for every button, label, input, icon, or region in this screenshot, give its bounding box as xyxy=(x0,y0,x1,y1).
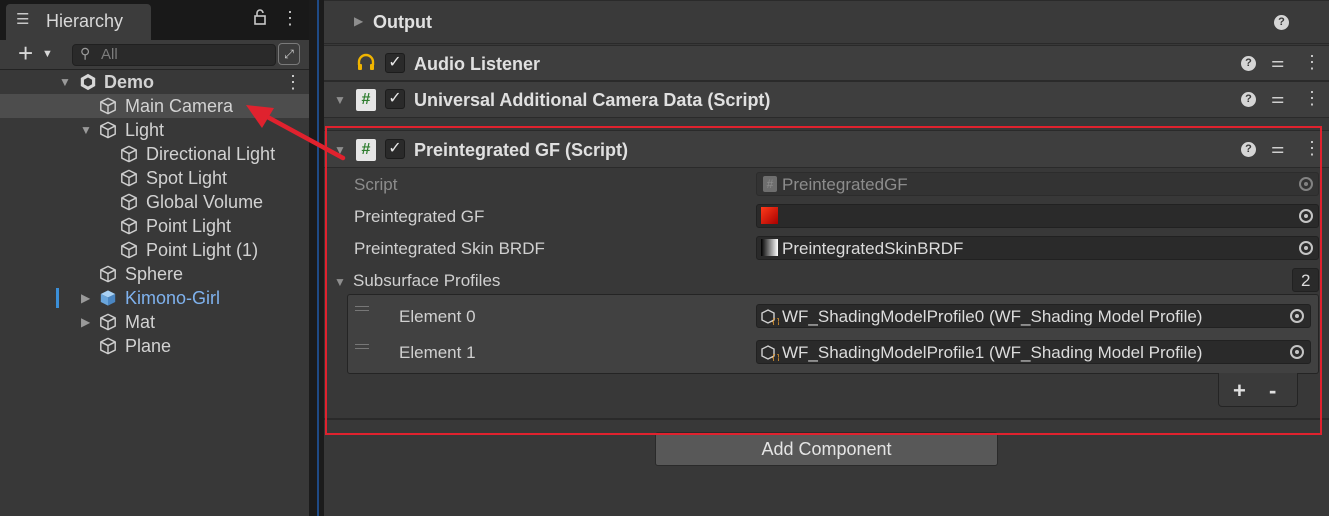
gameobject-cube-icon xyxy=(99,97,117,115)
component-title: Audio Listener xyxy=(414,54,541,74)
tree-label: Sphere xyxy=(125,264,184,284)
search-options-icon[interactable]: ⤢ xyxy=(278,43,300,65)
tree-label: Kimono-Girl xyxy=(125,288,221,308)
highlight-annotation-box xyxy=(325,126,1322,435)
expand-arrow-icon[interactable]: ▼ xyxy=(59,70,71,94)
gameobject-cube-icon xyxy=(99,337,117,355)
tree-label: Point Light xyxy=(146,216,232,236)
tree-row-demo[interactable]: ▼ Demo ⋮ xyxy=(0,70,309,94)
help-icon[interactable]: ? xyxy=(1241,56,1256,71)
collapsed-arrow-icon[interactable]: ▶ xyxy=(81,286,90,310)
component-menu-kebab-icon[interactable]: ⋮ xyxy=(1303,52,1321,73)
lock-icon[interactable] xyxy=(253,9,267,30)
tree-label: Light xyxy=(125,120,165,140)
tree-row-spot-light[interactable]: Spot Light xyxy=(0,166,309,190)
gameobject-cube-icon xyxy=(99,265,117,283)
tree-row-point-light-1[interactable]: Point Light (1) xyxy=(0,238,309,262)
component-title: Universal Additional Camera Data (Script… xyxy=(414,90,771,110)
tree-label: Spot Light xyxy=(146,168,228,188)
enabled-checkbox[interactable]: ✓ xyxy=(385,89,405,109)
tree-label: Mat xyxy=(125,312,156,332)
search-icon: ⚲ xyxy=(80,45,91,61)
collapsed-arrow-icon[interactable]: ▶ xyxy=(354,14,363,28)
gameobject-cube-icon xyxy=(120,145,138,163)
tree-row-global-volume[interactable]: Global Volume xyxy=(0,190,309,214)
tree-label: Global Volume xyxy=(146,192,264,212)
tree-label: Main Camera xyxy=(125,96,234,116)
prefab-cube-icon xyxy=(99,289,117,307)
scene-menu-kebab-icon[interactable]: ⋮ xyxy=(284,70,302,94)
add-component-label: Add Component xyxy=(761,439,892,459)
collapsed-arrow-icon[interactable]: ▶ xyxy=(81,310,90,334)
expand-arrow-icon[interactable]: ▼ xyxy=(80,118,92,142)
tree-label: Point Light (1) xyxy=(146,240,259,260)
hierarchy-menu-kebab-icon[interactable]: ⋮ xyxy=(281,8,299,29)
tree-row-mat[interactable]: ▶ Mat xyxy=(0,310,309,334)
tree-row-plane[interactable]: Plane xyxy=(0,334,309,358)
tree-row-point-light[interactable]: Point Light xyxy=(0,214,309,238)
enabled-checkbox[interactable]: ✓ xyxy=(385,53,405,73)
tree-row-sphere[interactable]: Sphere xyxy=(0,262,309,286)
presets-sliders-icon[interactable]: ⚌ xyxy=(1271,89,1284,107)
gameobject-cube-icon xyxy=(120,169,138,187)
gameobject-cube-icon xyxy=(99,121,117,139)
gameobject-cube-icon xyxy=(120,241,138,259)
component-title: Output xyxy=(373,12,432,32)
search-placeholder: All xyxy=(101,46,118,63)
gameobject-cube-icon xyxy=(120,217,138,235)
annotation-arrow-icon xyxy=(246,105,346,161)
component-output-header[interactable] xyxy=(324,0,1329,44)
gameobject-cube-icon xyxy=(99,313,117,331)
gameobject-cube-icon xyxy=(120,193,138,211)
presets-sliders-icon[interactable]: ⚌ xyxy=(1271,53,1284,71)
tree-row-kimono-girl[interactable]: ▶ Kimono-Girl xyxy=(0,286,309,310)
chevron-down-icon[interactable]: ▼ xyxy=(42,48,53,60)
help-icon[interactable]: ? xyxy=(1274,15,1289,30)
unity-scene-icon xyxy=(80,73,96,91)
create-add-button[interactable]: + xyxy=(18,40,33,66)
component-menu-kebab-icon[interactable]: ⋮ xyxy=(1303,88,1321,109)
script-hash-icon: # xyxy=(356,89,376,111)
headphones-icon xyxy=(356,52,376,77)
hierarchy-list-icon: ☰ xyxy=(16,11,30,28)
help-icon[interactable]: ? xyxy=(1241,92,1256,107)
tree-label: Demo xyxy=(104,72,155,92)
tree-label: Plane xyxy=(125,336,172,356)
hierarchy-tab-label: Hierarchy xyxy=(46,11,124,31)
panel-divider-accent xyxy=(317,0,319,516)
